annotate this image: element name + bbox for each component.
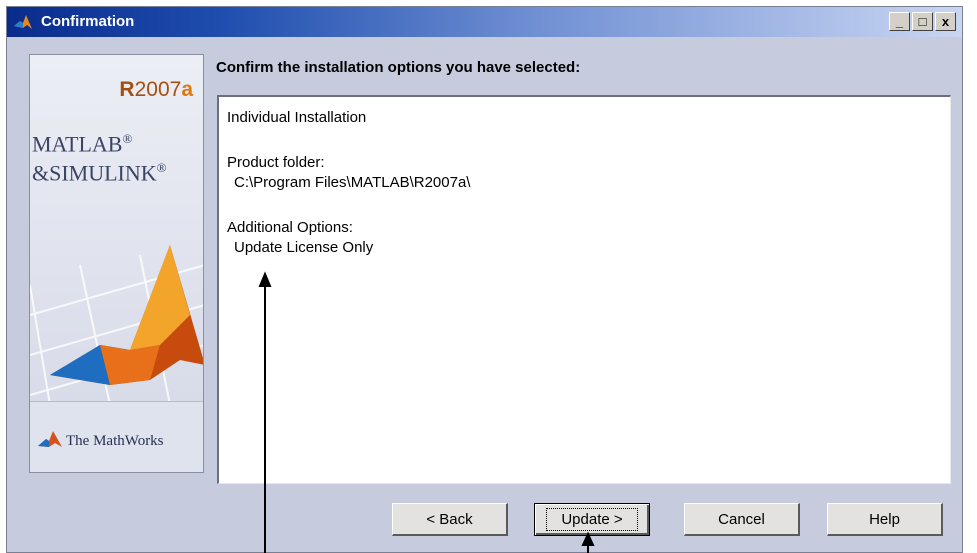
additional-options-label: Additional Options: <box>227 219 353 236</box>
help-button[interactable]: Help <box>827 503 943 536</box>
matlab-logo-icon <box>13 12 33 32</box>
window-title: Confirmation <box>41 13 135 30</box>
back-button[interactable]: < Back <box>392 503 508 536</box>
product-brand: MATLAB® &SIMULINK® <box>32 131 167 186</box>
update-button-label: Update > <box>546 508 638 531</box>
cancel-button[interactable]: Cancel <box>684 503 800 536</box>
maximize-button[interactable]: □ <box>912 12 933 31</box>
summary-text-area[interactable]: Individual Installation Product folder: … <box>217 95 951 484</box>
mathworks-logo-icon <box>38 429 62 454</box>
install-type-text: Individual Installation <box>227 109 367 126</box>
confirmation-dialog: Confirmation _ □ x R2007a MATLAB® &SIMUL… <box>6 6 963 553</box>
page-heading: Confirm the installation options you hav… <box>216 59 581 76</box>
membrane-surface-graphic <box>30 245 203 405</box>
minimize-button[interactable]: _ <box>889 12 910 31</box>
title-bar[interactable]: Confirmation _ □ x <box>7 7 962 37</box>
release-label: R2007a <box>119 78 193 101</box>
additional-options-value: Update License Only <box>234 239 374 256</box>
banner-footer: The MathWorks <box>30 401 203 472</box>
product-folder-value: C:\Program Files\MATLAB\R2007a\ <box>234 174 471 191</box>
close-icon: x <box>941 14 950 29</box>
minimize-icon: _ <box>895 14 904 29</box>
close-button[interactable]: x <box>935 12 956 31</box>
product-banner: R2007a MATLAB® &SIMULINK® The MathWorks <box>29 54 204 473</box>
update-button[interactable]: Update > <box>534 503 650 536</box>
mathworks-logo: The MathWorks <box>38 429 164 454</box>
product-folder-label: Product folder: <box>227 154 325 171</box>
maximize-icon: □ <box>918 14 927 29</box>
